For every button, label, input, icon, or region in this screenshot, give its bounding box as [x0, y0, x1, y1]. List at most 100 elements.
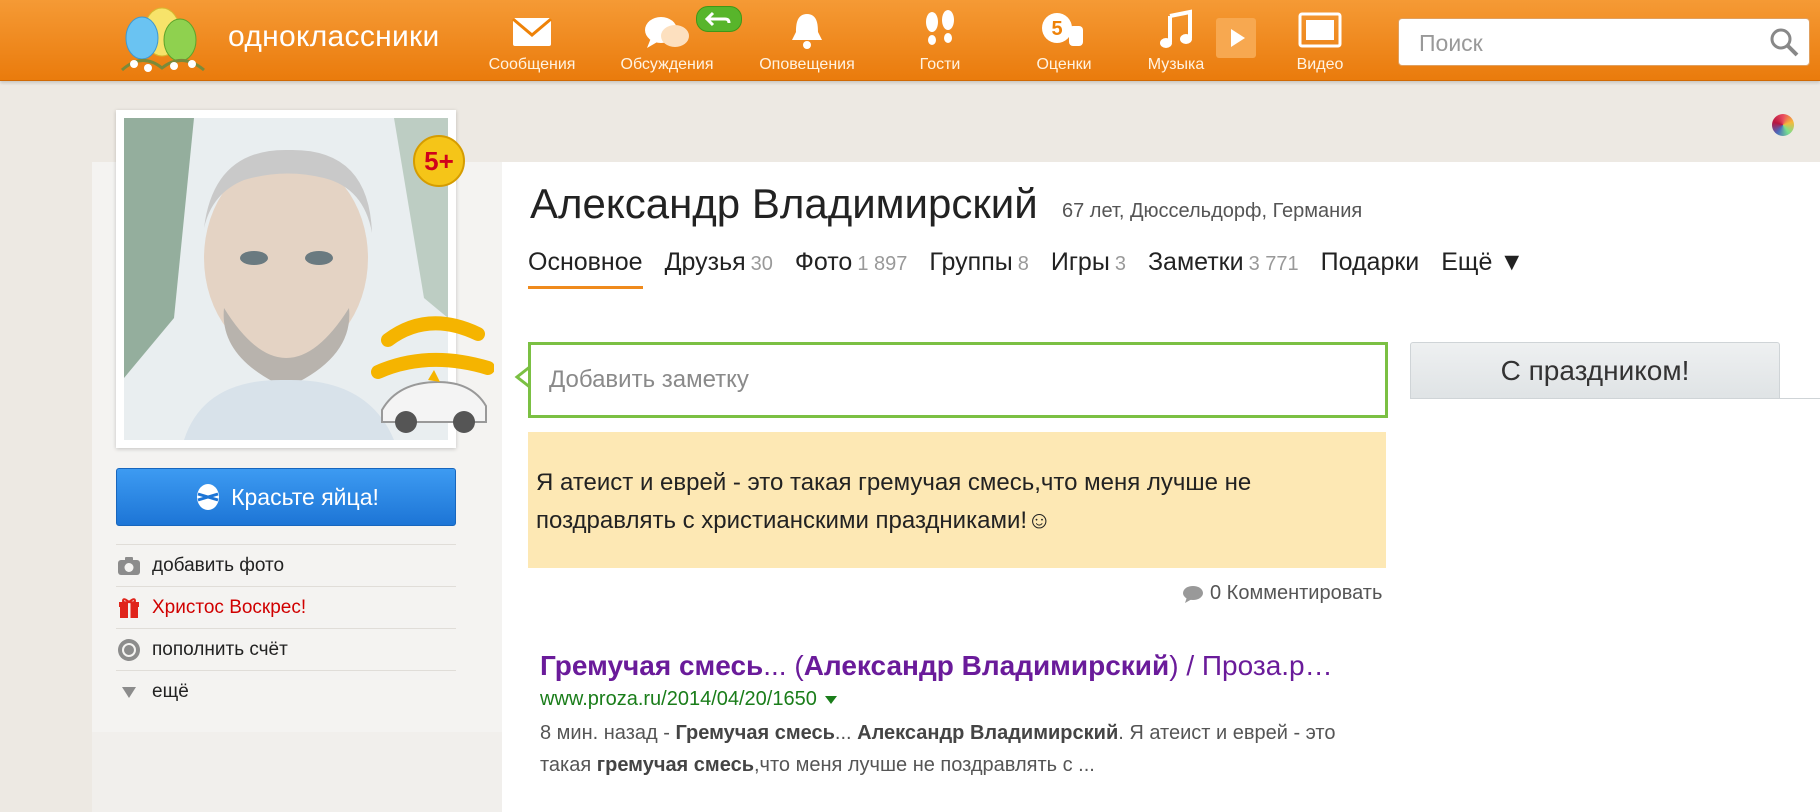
theme-color-icon[interactable] [1772, 114, 1794, 136]
comment-label: 0 Комментировать [1210, 582, 1383, 604]
tab-count: 30 [750, 253, 773, 275]
tab-label: Игры [1050, 248, 1110, 276]
easter-eggs-logo-icon[interactable] [112, 2, 212, 77]
nav-label: Оповещения [759, 56, 855, 73]
result-title-link[interactable]: Гремучая смесь... (Александр Владимирски… [540, 650, 1412, 682]
tab-gifts[interactable]: Подарки [1321, 248, 1420, 286]
snippet-part: гремучая смесь [596, 754, 754, 776]
result-title-part: ) / Проза.р… [1169, 650, 1333, 681]
tab-label: Друзья [664, 248, 746, 276]
holiday-divider [1410, 398, 1820, 405]
top-bar: одноклассники Сообщения Обсуждения Опове… [0, 0, 1820, 81]
rating-hand-icon: 5 [1042, 13, 1083, 46]
tab-friends[interactable]: Друзья 30 [665, 248, 773, 286]
status-text: Я атеист и еврей - это такая гремучая см… [536, 469, 1252, 534]
add-note-input[interactable] [547, 361, 1351, 399]
nav-messages[interactable]: Сообщения [482, 8, 582, 78]
bell-icon [792, 14, 822, 49]
holiday-greeting-button[interactable]: С праздником! [1410, 342, 1780, 400]
sidebar-item-label: пополнить счёт [152, 638, 288, 660]
sidebar-item-top-up[interactable]: пополнить счёт [116, 628, 456, 670]
nav-video[interactable]: Видео [1280, 8, 1360, 78]
sidebar-item-easter-greeting[interactable]: Христос Воскрес! [116, 586, 456, 628]
add-note-box [528, 342, 1388, 418]
nav-label: Обсуждения [620, 56, 714, 73]
tab-label: Фото [794, 248, 853, 276]
result-title-part: ... ( [763, 650, 804, 681]
sidebar-item-label: добавить фото [152, 554, 285, 576]
paint-eggs-label: Красьте яйца! [231, 483, 379, 510]
tab-count: 3 771 [1248, 253, 1299, 275]
result-url[interactable]: www.proza.ru/2014/04/20/1650 [540, 688, 1420, 711]
nav-label: Музыка [1147, 56, 1205, 73]
caret-down-icon[interactable] [824, 695, 837, 704]
sidebar-item-label: Христос Воскрес! [152, 596, 307, 618]
site-name[interactable]: одноклассники [228, 20, 440, 54]
tab-more[interactable]: Ещё ▼ [1441, 248, 1524, 286]
birthday-car-sticker-icon[interactable] [368, 310, 494, 440]
sidebar-item-add-photo[interactable]: добавить фото [116, 544, 456, 586]
tab-label: Подарки [1320, 248, 1420, 276]
nav-label: Видео [1296, 56, 1344, 73]
camera-icon [116, 553, 142, 579]
comment-bubble-icon [1183, 585, 1203, 603]
tab-label: Группы [929, 248, 1013, 276]
search-input[interactable] [1417, 27, 1751, 59]
age-badge-text: 5+ [424, 146, 454, 176]
sidebar-item-label: ещё [152, 680, 189, 702]
profile-tabs: Основное Друзья 30 Фото 1 897 Группы 8 Игры… [528, 248, 1524, 290]
left-sidebar-lower [92, 732, 502, 812]
tab-main[interactable]: Основное [528, 248, 643, 289]
play-icon [1231, 29, 1245, 47]
tab-label: Основное [528, 248, 643, 276]
search-box [1398, 18, 1810, 66]
sidebar-actions: добавить фото Христос Воскрес! пополнить… [116, 544, 456, 712]
nav-label: Гости [919, 56, 961, 73]
envelope-icon [512, 17, 552, 46]
gift-icon [116, 595, 142, 621]
nav-label: Сообщения [488, 56, 576, 73]
snippet-part: Гремучая смесь [675, 722, 835, 744]
nav-ratings[interactable]: 5 Оценки [1024, 8, 1104, 78]
result-snippet: 8 мин. назад - Гремучая смесь... Алексан… [540, 717, 1390, 781]
result-title-part: Александр Владимирский [803, 650, 1170, 681]
age-rating-badge: 5+ [413, 135, 465, 187]
tab-games[interactable]: Игры 3 [1051, 248, 1126, 286]
tab-label: Ещё ▼ [1441, 248, 1525, 276]
search-icon[interactable] [1769, 27, 1799, 57]
discussions-reply-badge[interactable] [696, 6, 742, 32]
snippet-part: ,что меня лучше не поздравлять с ... [753, 754, 1095, 776]
nav-music[interactable]: Музыка [1136, 8, 1216, 78]
nav-label: Оценки [1036, 56, 1092, 73]
snippet-part: 8 мин. назад - [540, 722, 676, 744]
music-note-icon [1160, 9, 1192, 48]
result-title-part: Гремучая смесь [540, 650, 764, 681]
profile-meta: 67 лет, Дюссельдорф, Германия [1062, 200, 1363, 222]
chat-bubbles-icon [645, 17, 689, 48]
nav-notifications[interactable]: Оповещения [752, 8, 862, 78]
triangle-down-icon [116, 679, 142, 705]
tab-photos[interactable]: Фото 1 897 [795, 248, 908, 286]
coin-icon [116, 637, 142, 663]
tab-groups[interactable]: Группы 8 [929, 248, 1028, 286]
reply-arrow-icon [704, 11, 731, 27]
tab-notes[interactable]: Заметки 3 771 [1148, 248, 1299, 286]
footprints-icon [926, 10, 954, 45]
paint-eggs-button[interactable]: Красьте яйца! [116, 468, 456, 526]
profile-name: Александр Владимирский [530, 180, 1038, 227]
svg-text:5: 5 [1051, 18, 1062, 40]
status-post: Я атеист и еврей - это такая гремучая см… [528, 432, 1386, 568]
tab-count: 1 897 [857, 253, 908, 275]
comment-link[interactable]: 0 Комментировать [1182, 582, 1382, 605]
nav-guests[interactable]: Гости [900, 8, 980, 78]
tab-label: Заметки [1147, 248, 1244, 276]
easter-egg-icon [197, 484, 220, 510]
snippet-part: Александр Владимирский [857, 722, 1119, 744]
snippet-part: ... [834, 722, 858, 744]
search-result: Гремучая смесь... (Александр Владимирски… [540, 650, 1420, 781]
music-play-button[interactable] [1216, 18, 1256, 58]
sidebar-item-more[interactable]: ещё [116, 670, 456, 712]
tab-count: 8 [1017, 253, 1029, 275]
result-url-text: www.proza.ru/2014/04/20/1650 [540, 688, 817, 710]
tab-count: 3 [1114, 253, 1126, 275]
